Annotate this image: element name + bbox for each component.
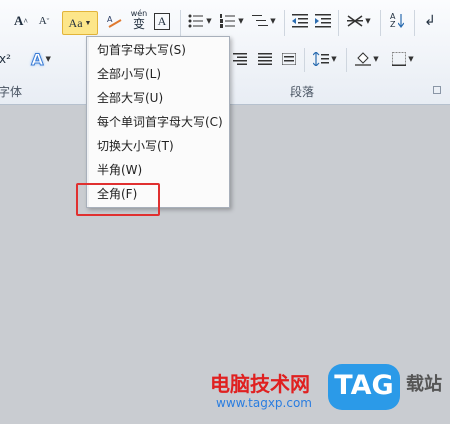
paragraph-group-label: 段落: [290, 85, 315, 99]
line-spacing-button[interactable]: ▼: [310, 48, 340, 70]
borders-button[interactable]: ▼: [388, 48, 418, 70]
chevron-down-icon: ▼: [84, 19, 92, 27]
distributed-button[interactable]: [279, 48, 299, 70]
clear-format-icon: A: [107, 15, 122, 28]
sort-arrow-icon: [398, 14, 404, 28]
chevron-down-icon: ▼: [45, 55, 51, 63]
menu-item-uppercase[interactable]: 全部大写(U): [97, 87, 163, 109]
multilevel-list-button[interactable]: ▼: [250, 10, 278, 32]
group-separator: [414, 10, 415, 36]
justify-button[interactable]: [255, 48, 275, 70]
distributed-icon: [282, 53, 296, 65]
highlight-box: [76, 183, 160, 216]
shrink-font-button[interactable]: Aˇ: [34, 10, 54, 32]
asian-layout-icon: [347, 15, 364, 27]
multilevel-list-icon: [252, 15, 269, 26]
asian-layout-button[interactable]: ▼: [344, 10, 374, 32]
align-right-button[interactable]: [230, 48, 250, 70]
numbering-button[interactable]: ▼: [218, 10, 246, 32]
menu-item-half-width[interactable]: 半角(W): [97, 159, 142, 181]
justify-icon: [258, 53, 272, 65]
chevron-down-icon: ▼: [365, 17, 371, 25]
sort-button[interactable]: A Z: [386, 10, 408, 32]
watermark-url: www.tagxp.com: [216, 396, 312, 410]
shading-button[interactable]: ▼: [352, 48, 382, 70]
watermark-cn: 电脑技术网: [210, 372, 310, 396]
bullets-button[interactable]: ▼: [186, 10, 214, 32]
show-marks-button[interactable]: ↲: [420, 10, 440, 32]
change-case-button[interactable]: Aa ▼: [62, 11, 98, 35]
bullet-list-icon: [188, 14, 204, 28]
decrease-indent-icon: [292, 14, 308, 28]
chevron-down-icon: ▼: [373, 55, 379, 63]
chevron-down-icon: ▼: [331, 55, 337, 63]
pilcrow-icon: ↲: [424, 13, 436, 29]
line-spacing-icon: [313, 52, 330, 66]
superscript-button[interactable]: x²: [0, 48, 12, 70]
clear-formatting-button[interactable]: A: [104, 10, 126, 32]
group-separator: [284, 10, 285, 36]
chevron-down-icon: ▼: [408, 55, 414, 63]
text-effect-button[interactable]: A ▼: [26, 48, 56, 70]
watermark-tag-text: TAG: [334, 370, 394, 401]
paragraph-dialog-launcher[interactable]: [433, 86, 441, 94]
chevron-down-icon: ▼: [270, 17, 276, 25]
character-border-button[interactable]: A: [152, 10, 172, 32]
menu-strip: [87, 37, 89, 207]
group-separator: [304, 48, 305, 72]
menu-item-lowercase[interactable]: 全部小写(L): [97, 63, 161, 85]
font-group-label: 字体: [0, 85, 23, 99]
group-separator: [380, 10, 381, 36]
menu-item-toggle-case[interactable]: 切换大小写(T): [97, 135, 174, 157]
paint-bucket-icon: [355, 52, 372, 66]
grow-font-button[interactable]: A ^: [10, 10, 32, 32]
increase-indent-icon: [315, 14, 331, 28]
chevron-down-icon: ▼: [206, 17, 212, 25]
chevron-down-icon: ▼: [238, 17, 244, 25]
menu-item-capitalize-each-word[interactable]: 每个单词首字母大写(C): [97, 111, 223, 133]
watermark-site: 载站: [406, 374, 442, 395]
group-separator: [346, 48, 347, 72]
align-right-icon: [233, 53, 247, 65]
decrease-indent-button[interactable]: [290, 10, 310, 32]
group-separator: [338, 10, 339, 36]
borders-icon: [392, 52, 407, 66]
menu-item-sentence-case[interactable]: 句首字母大写(S): [97, 39, 186, 61]
svg-text:A: A: [107, 15, 113, 24]
phonetic-guide-button[interactable]: wén 变: [128, 8, 150, 30]
increase-indent-button[interactable]: [313, 10, 333, 32]
watermark-tag-logo: TAG: [328, 364, 400, 410]
numbered-list-icon: [220, 14, 236, 28]
